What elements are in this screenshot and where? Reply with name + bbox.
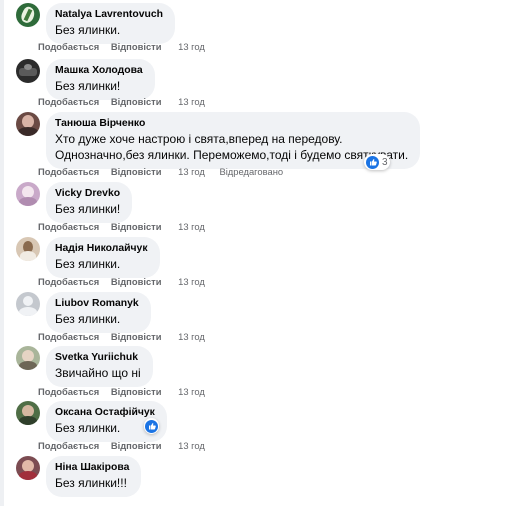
avatar[interactable] [16,3,40,27]
comment-timestamp[interactable]: 13 год [178,221,205,232]
like-icon [366,155,379,169]
comment-actions: Подобається Відповісти 13 год [38,331,217,342]
reply-button[interactable]: Відповісти [111,331,162,342]
like-button[interactable]: Подобається [38,331,99,342]
comment-timestamp[interactable]: 13 год [178,386,205,397]
comment-author[interactable]: Надія Николайчук [55,242,148,256]
comment-bubble: Natalya Lavrentovuch Без ялинки. [46,3,175,44]
comment-timestamp[interactable]: 13 год [178,166,205,177]
comment-actions: Подобається Відповісти 13 год [38,276,217,287]
avatar[interactable] [16,237,40,261]
avatar[interactable] [16,456,40,480]
reply-button[interactable]: Відповісти [111,96,162,107]
like-button[interactable]: Подобається [38,96,99,107]
comment-bubble: Liubov Romanyk Без ялинки. [46,292,151,333]
comment-actions: Подобається Відповісти 13 год Відредагов… [38,166,283,177]
avatar[interactable] [16,401,40,425]
comment-author[interactable]: Vicky Drevko [55,187,120,201]
reply-button[interactable]: Відповісти [111,276,162,287]
reaction-count: 3 [382,156,388,168]
like-button[interactable]: Подобається [38,41,99,52]
comment-timestamp[interactable]: 13 год [178,331,205,342]
comment-text: Без ялинки. [55,421,121,435]
comment-timestamp[interactable]: 13 год [178,276,205,287]
reply-button[interactable]: Відповісти [111,221,162,232]
comment-text: Без ялинки. [55,312,121,326]
edited-label[interactable]: Відредаговано [219,166,283,177]
like-button[interactable]: Подобається [38,276,99,287]
comment-actions: Подобається Відповісти 13 год [38,221,217,232]
reply-button[interactable]: Відповісти [111,166,162,177]
reaction-badge[interactable] [144,418,159,434]
comment-bubble: Ніна Шакірова Без ялинки!!! [46,456,142,497]
comment-author[interactable]: Ніна Шакірова [55,461,129,475]
reply-button[interactable]: Відповісти [111,41,162,52]
comment-bubble: Надія Николайчук Без ялинки. [46,237,160,278]
comment-timestamp[interactable]: 13 год [178,440,205,451]
reaction-badge[interactable]: 3 [364,154,390,170]
comment-text: Без ялинки!!! [55,476,127,490]
comment-actions: Подобається Відповісти 13 год [38,96,217,107]
comment-author[interactable]: Оксана Остафійчук [55,406,155,420]
comment-bubble: Машка Холодова Без ялинки! [46,59,155,100]
comment-actions: Подобається Відповісти 13 год [38,386,217,397]
comment-timestamp[interactable]: 13 год [178,96,205,107]
avatar[interactable] [16,59,40,83]
reply-button[interactable]: Відповісти [111,440,162,451]
like-icon [145,419,158,433]
comment-text: Без ялинки. [55,257,121,271]
comment-actions: Подобається Відповісти 13 год [38,440,217,451]
like-button[interactable]: Подобається [38,221,99,232]
comment-author[interactable]: Liubov Romanyk [55,297,139,311]
comment-timestamp[interactable]: 13 год [178,41,205,52]
comment-author[interactable]: Машка Холодова [55,64,143,78]
comment-author[interactable]: Natalya Lavrentovuch [55,8,163,22]
like-button[interactable]: Подобається [38,386,99,397]
comment-text: Без ялинки! [55,79,121,93]
comment-author[interactable]: Танюша Вірченко [55,117,408,131]
comment-text: Без ялинки. [55,23,121,37]
comment-text: Без ялинки! [55,202,121,216]
comment-author[interactable]: Svetka Yuriichuk [55,351,141,365]
avatar[interactable] [16,182,40,206]
comment-bubble: Svetka Yuriichuk Звичайно що ні [46,346,153,387]
comment-bubble: Vicky Drevko Без ялинки! [46,182,133,223]
avatar[interactable] [16,346,40,370]
like-button[interactable]: Подобається [38,166,99,177]
like-button[interactable]: Подобається [38,440,99,451]
comment-text: Однозначно,без ялинки. Переможемо,тоді і… [55,148,409,162]
avatar[interactable] [16,292,40,316]
comment-text: Звичайно що ні [55,366,141,380]
left-edge-divider [0,0,4,506]
comment-text: Хто дуже хоче настрою і свята,вперед на … [55,132,343,146]
comment-actions: Подобається Відповісти 13 год [38,41,217,52]
reply-button[interactable]: Відповісти [111,386,162,397]
avatar[interactable] [16,112,40,136]
